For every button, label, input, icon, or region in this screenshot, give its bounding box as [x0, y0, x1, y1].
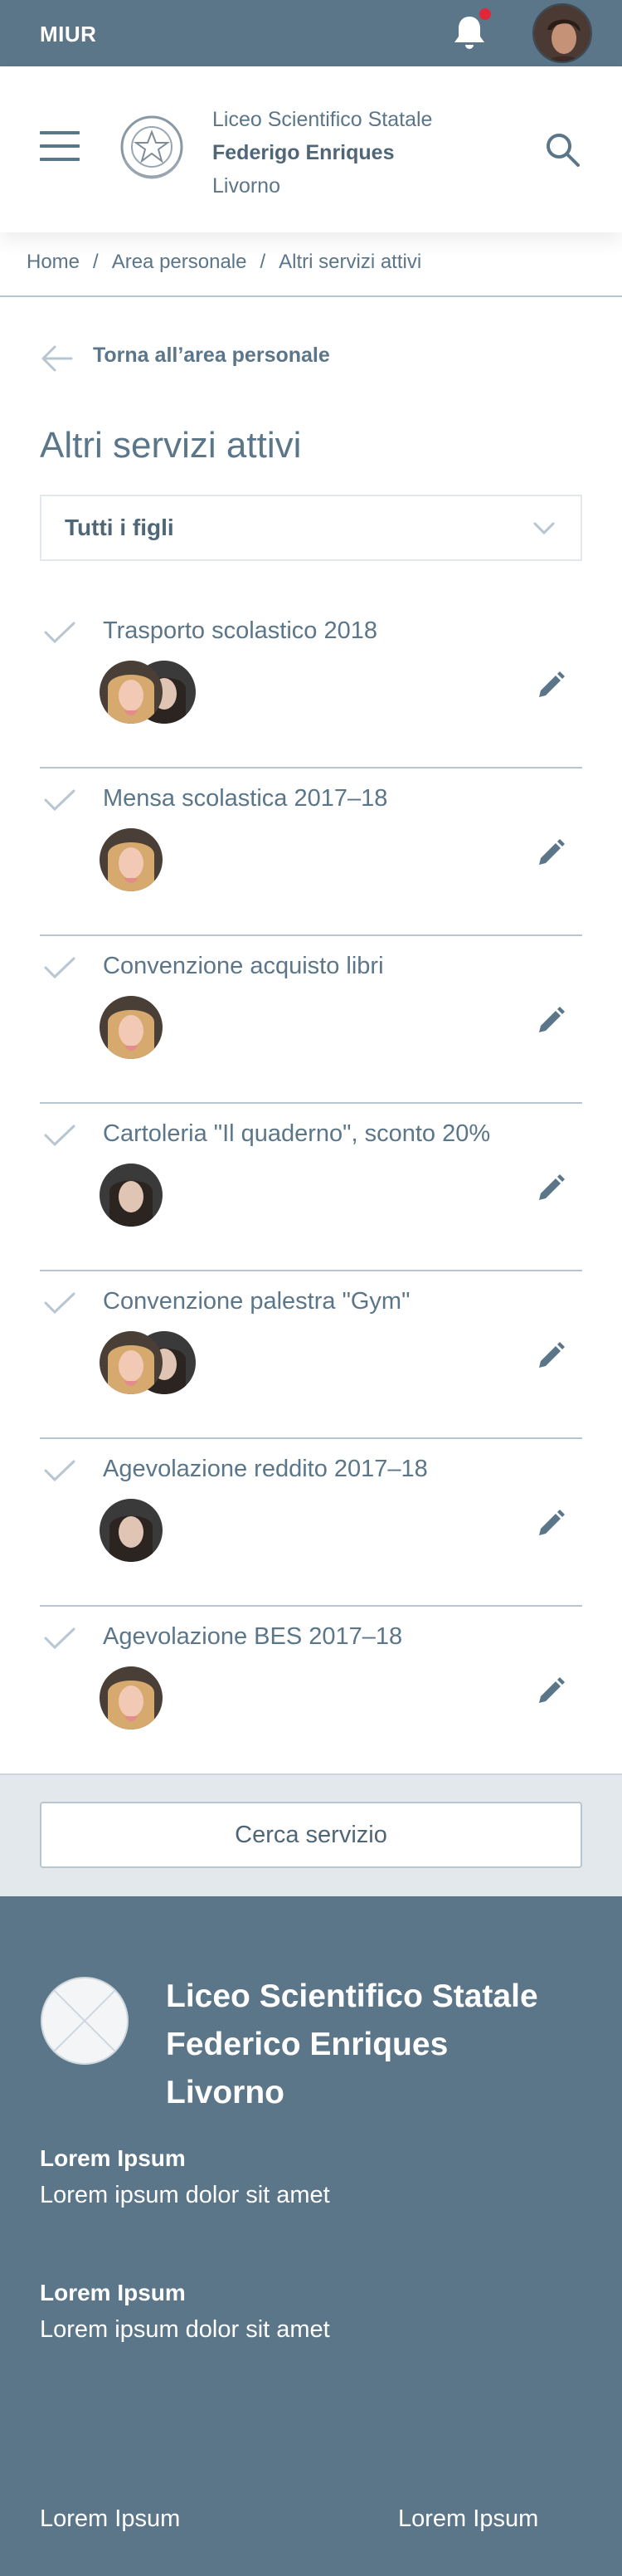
check-icon	[44, 1292, 75, 1315]
footer-info-block: Lorem Ipsum Lorem ipsum dolor sit amet	[40, 2142, 330, 2215]
child-avatar-dark	[100, 1499, 163, 1562]
brand-label[interactable]: MIUR	[40, 22, 96, 47]
check-icon	[44, 789, 75, 812]
notification-badge	[478, 7, 493, 22]
service-title: Convenzione acquisto libri	[103, 953, 384, 979]
school-city: Livorno	[212, 174, 280, 198]
service-title: Mensa scolastica 2017–18	[103, 785, 388, 812]
child-avatar-blonde	[100, 1666, 163, 1730]
search-service-label: Cerca servizio	[235, 1822, 387, 1848]
footer-school-city: Livorno	[166, 2075, 284, 2110]
school-title: Federigo Enriques	[212, 141, 395, 164]
service-title: Convenzione palestra "Gym"	[103, 1288, 411, 1315]
hamburger-menu-icon[interactable]	[40, 131, 80, 164]
pencil-edit-icon[interactable]	[536, 1341, 566, 1371]
service-item[interactable]: Cartoleria "Il quaderno", sconto 20%	[40, 1104, 582, 1271]
check-icon	[44, 957, 75, 979]
footer-block-heading: Lorem Ipsum	[40, 2145, 186, 2171]
child-avatar-blonde	[100, 661, 163, 724]
child-avatar-blonde	[100, 828, 163, 891]
search-service-area: Cerca servizio	[0, 1773, 622, 1896]
child-avatar-dark	[100, 1164, 163, 1227]
breadcrumb-current: Altri servizi attivi	[279, 251, 422, 273]
search-icon[interactable]	[544, 131, 581, 168]
site-header: Liceo Scientifico Statale Federigo Enriq…	[0, 66, 622, 232]
breadcrumb: Home / Area personale / Altri servizi attivi	[27, 251, 421, 274]
breadcrumb-separator: /	[260, 251, 266, 273]
footer-school-name[interactable]: Liceo Scientifico Statale Federico Enriq…	[166, 1973, 538, 2117]
pencil-edit-icon[interactable]	[536, 1676, 566, 1706]
breadcrumb-area-personale[interactable]: Area personale	[112, 251, 247, 273]
pencil-edit-icon[interactable]	[536, 1006, 566, 1036]
service-item[interactable]: Convenzione palestra "Gym"	[40, 1271, 582, 1439]
service-title: Agevolazione reddito 2017–18	[103, 1456, 428, 1482]
child-avatar-blonde	[100, 1331, 163, 1394]
school-type: Liceo Scientifico Statale	[212, 108, 433, 131]
service-item[interactable]: Agevolazione BES 2017–18	[40, 1607, 582, 1774]
back-link-label: Torna all’area personale	[93, 344, 330, 367]
breadcrumb-home[interactable]: Home	[27, 251, 80, 273]
check-icon	[44, 1627, 75, 1650]
service-title: Agevolazione BES 2017–18	[103, 1623, 403, 1650]
footer-link-left[interactable]: Lorem Ipsum	[40, 2505, 180, 2533]
service-item[interactable]: Agevolazione reddito 2017–18	[40, 1439, 582, 1607]
pencil-edit-icon[interactable]	[536, 838, 566, 868]
arrow-left-icon	[41, 345, 73, 372]
pencil-edit-icon[interactable]	[536, 671, 566, 700]
footer-block-text: Lorem ipsum dolor sit amet	[40, 2316, 330, 2343]
pencil-edit-icon[interactable]	[536, 1173, 566, 1203]
check-icon	[44, 1460, 75, 1482]
chevron-down-icon	[533, 522, 555, 535]
breadcrumb-divider	[0, 295, 622, 297]
user-avatar[interactable]	[532, 3, 592, 63]
search-service-button[interactable]: Cerca servizio	[40, 1802, 582, 1868]
footer-school-type: Liceo Scientifico Statale	[166, 1978, 538, 2014]
service-item[interactable]: Mensa scolastica 2017–18	[40, 768, 582, 936]
page-title: Altri servizi attivi	[40, 425, 302, 466]
top-bar: MIUR	[0, 0, 622, 66]
footer-info-block: Lorem Ipsum Lorem ipsum dolor sit amet	[40, 2276, 330, 2349]
service-item[interactable]: Trasporto scolastico 2018	[40, 601, 582, 768]
service-item[interactable]: Convenzione acquisto libri	[40, 936, 582, 1104]
children-filter-value: Tutti i figli	[65, 515, 174, 540]
footer-block-text: Lorem ipsum dolor sit amet	[40, 2182, 330, 2208]
service-title: Trasporto scolastico 2018	[103, 617, 377, 644]
school-name[interactable]: Liceo Scientifico Statale Federigo Enriq…	[212, 103, 432, 202]
check-icon	[44, 1125, 75, 1147]
service-title: Cartoleria "Il quaderno", sconto 20%	[103, 1120, 491, 1147]
check-icon	[44, 622, 75, 644]
footer-block-heading: Lorem Ipsum	[40, 2280, 186, 2305]
breadcrumb-separator: /	[93, 251, 99, 273]
footer: Liceo Scientifico Statale Federico Enriq…	[0, 1896, 622, 2576]
logo-placeholder-icon	[41, 1977, 129, 2065]
footer-link-right[interactable]: Lorem Ipsum	[398, 2505, 538, 2533]
republic-emblem-icon	[120, 115, 183, 179]
child-avatar-blonde	[100, 996, 163, 1059]
children-filter-select[interactable]: Tutti i figli	[40, 495, 582, 561]
footer-school-title: Federico Enriques	[166, 2027, 449, 2062]
pencil-edit-icon[interactable]	[536, 1509, 566, 1539]
